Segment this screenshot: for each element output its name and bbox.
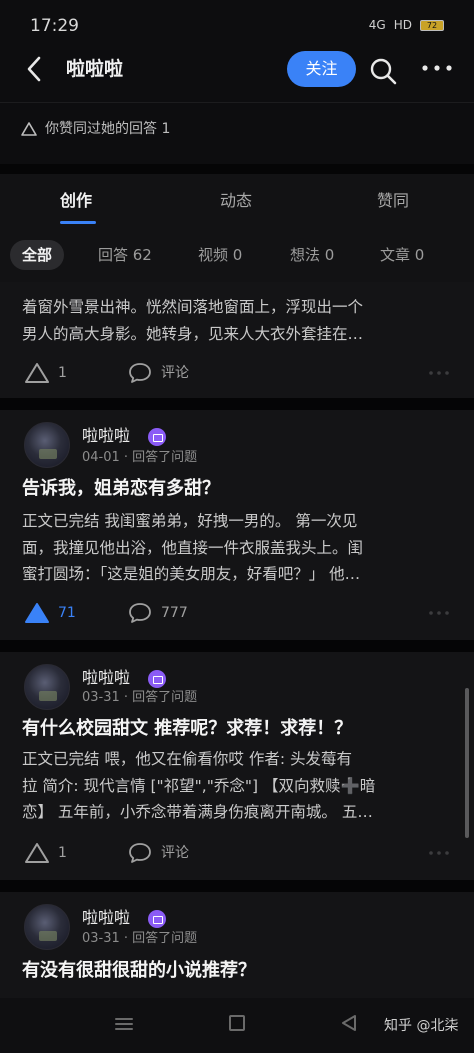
excerpt-line: 蜜打圆场：「这是姐的美女朋友，好看吧？」 他… xyxy=(22,565,361,583)
filter-chips: 全部 回答 62 视频 0 想法 0 文章 0 xyxy=(0,226,474,282)
author-name[interactable]: 啦啦啦 xyxy=(82,425,130,447)
comment-icon[interactable] xyxy=(128,362,152,384)
back-triangle-icon[interactable] xyxy=(340,1014,358,1032)
filter-articles[interactable]: 文章 0 xyxy=(380,240,424,270)
more-dots-icon[interactable] xyxy=(428,610,450,616)
filter-videos[interactable]: 视频 0 xyxy=(198,240,242,270)
avatar[interactable] xyxy=(24,422,70,468)
answer-card[interactable]: 啦啦啦 03-31 · 回答了问题 有没有很甜很甜的小说推荐？ xyxy=(0,892,474,998)
filter-answers[interactable]: 回答 62 xyxy=(98,240,152,270)
card-divider xyxy=(0,880,474,892)
section-divider xyxy=(0,164,474,174)
upvote-count: 71 xyxy=(58,605,76,621)
tab-active-indicator xyxy=(60,221,96,224)
tab-upvoted[interactable]: 赞同 xyxy=(377,190,409,212)
upvote-outline-icon xyxy=(21,122,37,136)
answer-card[interactable]: 着窗外雪景出神。恍然间落地窗面上，浮现出一个 男人的高大身影。她转身，见来人大衣… xyxy=(0,282,474,398)
card-divider xyxy=(0,640,474,652)
answer-excerpt[interactable]: 正文已完结 喂，他又在偷看你哎 作者: 头发莓有 拉 简介: 现代言情 ["祁望… xyxy=(22,746,442,826)
liked-note-text: 你赞同过她的回答 1 xyxy=(45,121,171,137)
home-icon[interactable] xyxy=(229,1015,245,1031)
creator-badge-icon xyxy=(148,670,166,688)
upvote-count: 1 xyxy=(58,845,67,861)
creator-badge-icon xyxy=(148,428,166,446)
battery-icon: 72 xyxy=(420,19,444,31)
excerpt-line: 恋】 五年前，小乔念带着满身伤痕离开南城。 五… xyxy=(22,803,373,821)
top-nav: 啦啦啦 关注 xyxy=(0,36,474,102)
creator-badge-icon xyxy=(148,910,166,928)
excerpt-line: 正文已完结 我闺蜜弟弟，好拽一男的。 第一次见 xyxy=(22,512,358,530)
chevron-left-icon xyxy=(27,56,41,82)
card-divider xyxy=(0,398,474,410)
excerpt-line: 正文已完结 喂，他又在偷看你哎 作者: 头发莓有 xyxy=(22,750,353,768)
profile-tabs: 创作 动态 赞同 xyxy=(0,174,474,226)
excerpt-line: 男人的高大身影。她转身，见来人大衣外套挂在… xyxy=(22,324,364,343)
excerpt-line: 拉 简介: 现代言情 ["祁望","乔念"] 【双向救赎➕暗 xyxy=(22,776,376,795)
upvote-icon[interactable] xyxy=(24,842,50,864)
watermark: 知乎 @北柒 xyxy=(384,1018,459,1034)
follow-button[interactable]: 关注 xyxy=(287,51,356,87)
search-button[interactable] xyxy=(368,56,398,86)
comment-label[interactable]: 评论 xyxy=(161,363,189,383)
menu-icon[interactable] xyxy=(114,1016,134,1032)
answer-excerpt[interactable]: 正文已完结 我闺蜜弟弟，好拽一男的。 第一次见 面，我撞见他出浴，他直接一件衣服… xyxy=(22,508,442,588)
status-time: 17:29 xyxy=(30,16,79,36)
comment-label[interactable]: 评论 xyxy=(161,843,189,863)
answer-meta: 04-01 · 回答了问题 xyxy=(82,450,198,465)
excerpt-line: 着窗外雪景出神。恍然间落地窗面上，浮现出一个 xyxy=(22,298,364,316)
more-button[interactable] xyxy=(420,58,454,78)
filter-ideas[interactable]: 想法 0 xyxy=(290,240,334,270)
author-name[interactable]: 啦啦啦 xyxy=(82,667,130,689)
filter-all[interactable]: 全部 xyxy=(10,240,65,270)
avatar[interactable] xyxy=(24,904,70,950)
page-title: 啦啦啦 xyxy=(66,58,124,80)
comment-count[interactable]: 777 xyxy=(161,603,188,623)
comment-icon[interactable] xyxy=(128,602,152,624)
back-button[interactable] xyxy=(22,54,48,84)
avatar[interactable] xyxy=(24,664,70,710)
scrollbar[interactable] xyxy=(465,688,469,838)
tab-creation[interactable]: 创作 xyxy=(60,190,92,212)
question-title[interactable]: 有没有很甜很甜的小说推荐？ xyxy=(22,958,452,984)
excerpt-line: 面，我撞见他出浴，他直接一件衣服盖我头上。闺 xyxy=(22,538,364,557)
answer-meta: 03-31 · 回答了问题 xyxy=(82,931,198,946)
more-dots-icon[interactable] xyxy=(428,850,450,856)
status-icons: 4G HD 72 xyxy=(369,18,444,32)
answer-excerpt: 着窗外雪景出神。恍然间落地窗面上，浮现出一个 男人的高大身影。她转身，见来人大衣… xyxy=(22,294,442,347)
status-bar: 17:29 4G HD 72 xyxy=(0,0,474,36)
author-name[interactable]: 啦啦啦 xyxy=(82,907,130,929)
system-nav-bar: 知乎 @北柒 xyxy=(0,998,474,1053)
comment-icon[interactable] xyxy=(128,842,152,864)
more-dots-icon xyxy=(422,65,452,71)
answer-meta: 03-31 · 回答了问题 xyxy=(82,690,198,705)
signal-icon: 4G xyxy=(368,18,386,32)
upvote-icon[interactable] xyxy=(24,602,50,624)
upvote-icon[interactable] xyxy=(24,362,50,384)
question-title[interactable]: 有什么校园甜文 推荐呢？求荐！求荐！？ xyxy=(22,716,452,742)
question-title[interactable]: 告诉我，姐弟恋有多甜？ xyxy=(22,476,452,502)
wifi-icon: HD xyxy=(393,18,412,32)
tab-activity[interactable]: 动态 xyxy=(220,190,252,212)
upvote-count: 1 xyxy=(58,365,67,381)
answer-card[interactable]: 啦啦啦 03-31 · 回答了问题 有什么校园甜文 推荐呢？求荐！求荐！？ 正文… xyxy=(0,652,474,880)
search-icon xyxy=(370,58,397,85)
liked-note: 你赞同过她的回答 1 xyxy=(0,102,474,164)
more-dots-icon[interactable] xyxy=(428,370,450,376)
answer-card[interactable]: 啦啦啦 04-01 · 回答了问题 告诉我，姐弟恋有多甜？ 正文已完结 我闺蜜弟… xyxy=(0,410,474,640)
